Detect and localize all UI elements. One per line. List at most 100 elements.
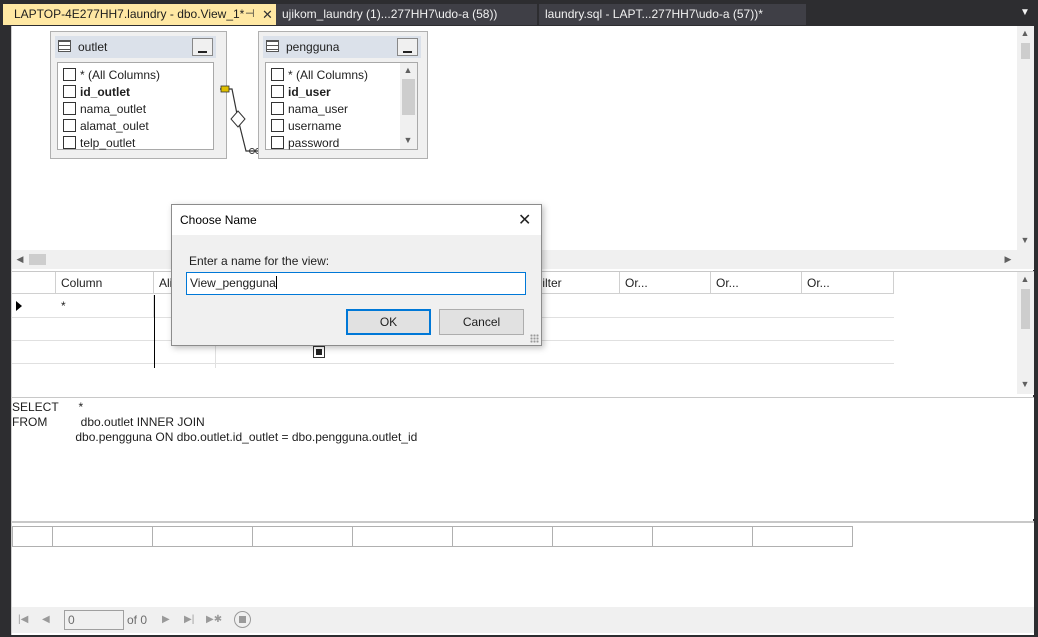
grid-header-or[interactable]: Or...: [711, 272, 802, 294]
sql-pane[interactable]: SELECT * FROM dbo.outlet INNER JOIN dbo.…: [12, 397, 1034, 519]
grid-vertical-scrollbar[interactable]: ▲ ▼: [1017, 272, 1034, 394]
dialog-title-bar[interactable]: Choose Name ✕: [172, 205, 541, 235]
dialog-title: Choose Name: [180, 213, 257, 227]
column-name: username: [288, 119, 342, 133]
column-list-scrollbar[interactable]: ▲ ▼: [400, 63, 417, 149]
next-record-icon[interactable]: ▶: [162, 614, 170, 625]
current-record-input[interactable]: 0: [64, 610, 124, 630]
grid-row[interactable]: [12, 364, 894, 394]
results-cell[interactable]: [53, 527, 153, 546]
scroll-down-icon[interactable]: ▼: [1017, 235, 1033, 245]
column-checkbox[interactable]: [63, 136, 76, 149]
close-icon[interactable]: ✕: [262, 4, 273, 25]
column-row[interactable]: username: [269, 118, 419, 135]
column-name: id_user: [288, 85, 331, 99]
column-checkbox[interactable]: [271, 85, 284, 98]
cancel-button[interactable]: Cancel: [439, 309, 524, 335]
column-row[interactable]: nama_outlet: [61, 101, 211, 118]
column-checkbox[interactable]: [271, 119, 284, 132]
results-cell[interactable]: [253, 527, 353, 546]
new-record-icon[interactable]: ▶✱: [206, 614, 222, 625]
record-count-label: of 0: [127, 613, 148, 627]
results-cell[interactable]: [13, 527, 53, 546]
first-record-icon[interactable]: |◀: [18, 614, 28, 625]
scroll-down-icon[interactable]: ▼: [400, 135, 416, 145]
grid-header-or[interactable]: Or...: [802, 272, 894, 294]
scroll-thumb[interactable]: [1021, 43, 1030, 59]
scroll-up-icon[interactable]: ▲: [1017, 274, 1033, 284]
grid-header-or[interactable]: Or...: [620, 272, 711, 294]
column-row[interactable]: id_user: [269, 84, 419, 101]
column-checkbox[interactable]: [271, 102, 284, 115]
scroll-left-icon[interactable]: ◀: [12, 254, 28, 265]
results-pane[interactable]: |◀ ◀ 0 of 0 ▶ ▶| ▶✱: [12, 521, 1034, 635]
grid-cell-alias[interactable]: [154, 364, 216, 368]
column-row[interactable]: alamat_oulet: [61, 118, 211, 135]
column-row[interactable]: telp_outlet: [61, 135, 211, 152]
diagram-vertical-scrollbar[interactable]: ▲ ▼: [1017, 26, 1034, 250]
grid-row-header-spacer: [12, 272, 56, 294]
results-cell[interactable]: [553, 527, 653, 546]
column-name: nama_user: [288, 102, 349, 116]
grid-header-column[interactable]: Column: [56, 272, 154, 294]
table-icon: [266, 40, 279, 52]
view-name-label: Enter a name for the view:: [189, 254, 330, 268]
results-cell[interactable]: [653, 527, 753, 546]
previous-record-icon[interactable]: ◀: [42, 614, 50, 625]
column-checkbox[interactable]: [271, 68, 284, 81]
last-record-icon[interactable]: ▶|: [184, 614, 194, 625]
tab-laundry-sql[interactable]: laundry.sql - LAPT...277HH7\udo-a (57))*: [539, 4, 806, 25]
column-row[interactable]: * (All Columns): [269, 67, 419, 84]
tab-label: ujikom_laundry (1)...277HH7\udo-a (58)): [282, 7, 498, 21]
close-icon[interactable]: ✕: [518, 210, 531, 230]
scroll-up-icon[interactable]: ▲: [400, 65, 416, 75]
table-box-outlet[interactable]: outlet * (All Columns) id_outlet nama_ou…: [50, 31, 227, 159]
stop-icon[interactable]: [234, 611, 251, 628]
column-checkbox[interactable]: [63, 119, 76, 132]
scroll-thumb[interactable]: [402, 79, 415, 115]
grid-header-filter[interactable]: Filter: [530, 272, 620, 294]
column-checkbox[interactable]: [63, 68, 76, 81]
sql-line: dbo.pengguna ON dbo.outlet.id_outlet = d…: [12, 430, 418, 444]
column-row[interactable]: nama_user: [269, 101, 419, 118]
ok-button[interactable]: OK: [346, 309, 431, 335]
column-row[interactable]: id_outlet: [61, 84, 211, 101]
column-name: id_outlet: [80, 85, 130, 99]
column-name: password: [288, 136, 340, 150]
column-checkbox[interactable]: [271, 136, 284, 149]
column-name: * (All Columns): [80, 68, 161, 82]
view-name-value: View_pengguna: [190, 276, 276, 290]
results-cell[interactable]: [453, 527, 553, 546]
scroll-right-icon[interactable]: ▶: [1000, 254, 1016, 265]
resize-grip-icon[interactable]: [530, 334, 539, 343]
results-header-row: [12, 526, 853, 547]
grid-cell-column[interactable]: *: [56, 295, 154, 318]
results-cell[interactable]: [153, 527, 253, 546]
table-name: pengguna: [286, 40, 340, 54]
table-name: outlet: [78, 40, 108, 54]
column-checkbox[interactable]: [63, 102, 76, 115]
output-checkbox[interactable]: [313, 346, 325, 358]
pin-icon[interactable]: ⊣: [245, 4, 255, 25]
view-name-input[interactable]: View_pengguna: [186, 272, 526, 295]
tab-overflow-dropdown-icon[interactable]: ▼: [1020, 7, 1032, 19]
minimize-button[interactable]: [192, 38, 213, 56]
table-header[interactable]: outlet: [55, 36, 216, 58]
column-row[interactable]: password: [269, 135, 419, 152]
table-box-pengguna[interactable]: pengguna * (All Columns) id_user nama_us…: [258, 31, 428, 159]
column-row[interactable]: * (All Columns): [61, 67, 211, 84]
choose-name-dialog: Choose Name ✕ Enter a name for the view:…: [171, 204, 542, 346]
tab-view-designer[interactable]: LAPTOP-4E277HH7.laundry - dbo.View_1* ⊣ …: [3, 4, 276, 25]
column-name: * (All Columns): [288, 68, 369, 82]
column-list: * (All Columns) id_user nama_user userna…: [265, 62, 418, 150]
scroll-thumb[interactable]: [29, 254, 46, 265]
record-navigation-bar: |◀ ◀ 0 of 0 ▶ ▶| ▶✱: [12, 607, 1034, 633]
table-header[interactable]: pengguna: [263, 36, 421, 58]
minimize-button[interactable]: [397, 38, 418, 56]
column-checkbox[interactable]: [63, 85, 76, 98]
tab-ujikom-laundry[interactable]: ujikom_laundry (1)...277HH7\udo-a (58)): [276, 4, 537, 25]
scroll-down-icon[interactable]: ▼: [1017, 379, 1033, 389]
results-cell[interactable]: [353, 527, 453, 546]
scroll-thumb[interactable]: [1021, 289, 1030, 329]
scroll-up-icon[interactable]: ▲: [1017, 28, 1033, 38]
